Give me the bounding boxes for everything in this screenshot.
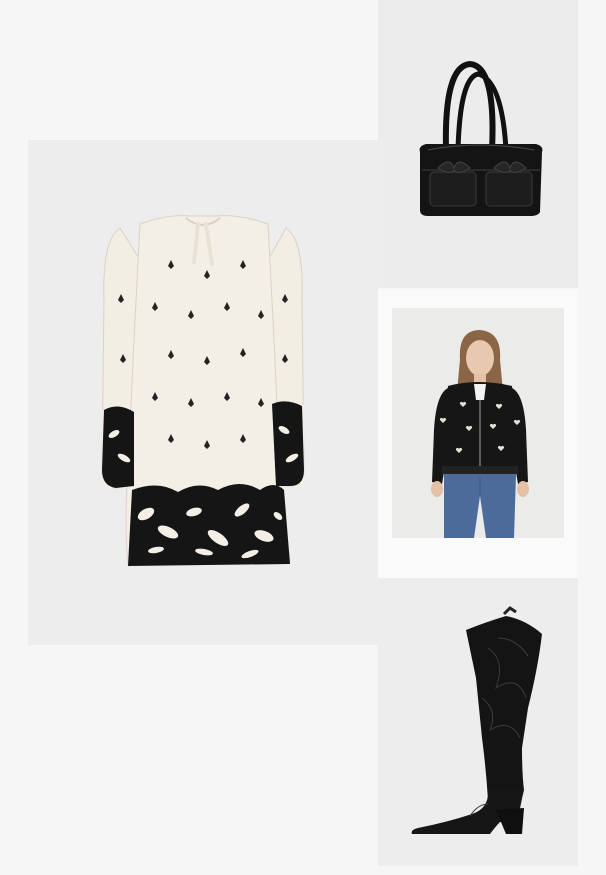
floral-print-dress-image	[101, 215, 305, 566]
black-leather-handbag-image	[419, 60, 543, 216]
product-tile-jacket[interactable]	[378, 290, 578, 578]
heart-print-bomber-jacket-image	[431, 330, 529, 538]
product-tile-dress[interactable]	[28, 140, 378, 645]
product-tile-bag[interactable]	[378, 0, 578, 288]
product-tile-boot[interactable]	[378, 578, 578, 866]
black-western-knee-boot-image	[411, 606, 542, 834]
